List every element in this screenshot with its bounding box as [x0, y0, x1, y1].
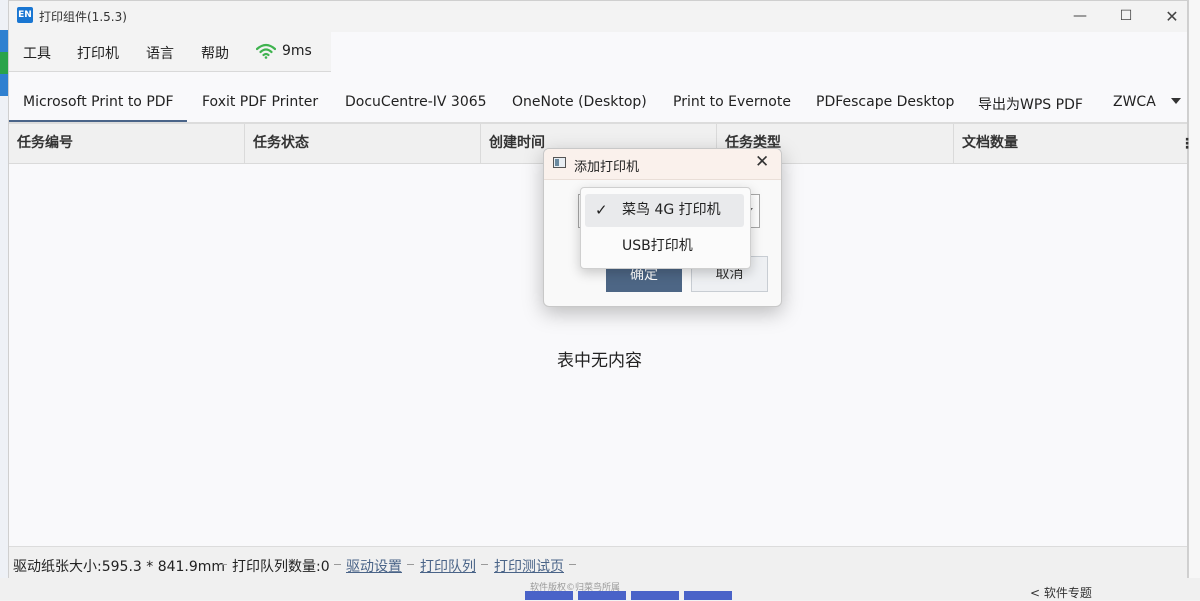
- maximize-button[interactable]: ☐: [1103, 1, 1149, 32]
- tab-microsoft-print-to-pdf[interactable]: Microsoft Print to PDF: [23, 94, 174, 110]
- background-tile-blue-2: [0, 74, 8, 96]
- dialog-title-bar: 添加打印机 ✕: [544, 149, 781, 180]
- menu-bar: 工具 打印机 语言 帮助 9ms: [9, 32, 331, 72]
- driver-settings-link[interactable]: 驱动设置: [346, 556, 402, 576]
- background-left-edge: [0, 0, 8, 600]
- tab-overflow-icon[interactable]: [1171, 98, 1181, 104]
- print-test-page-link[interactable]: 打印测试页: [494, 556, 564, 576]
- menu-tools[interactable]: 工具: [23, 43, 51, 63]
- tab-pdfescape[interactable]: PDFescape Desktop: [816, 94, 954, 110]
- menu-language[interactable]: 语言: [146, 43, 174, 63]
- print-queue-link[interactable]: 打印队列: [420, 556, 476, 576]
- check-icon: ✓: [595, 201, 608, 219]
- tab-zwca[interactable]: ZWCA: [1113, 94, 1156, 110]
- menu-help[interactable]: 帮助: [201, 43, 229, 63]
- tab-foxit-pdf-printer[interactable]: Foxit PDF Printer: [202, 94, 318, 110]
- background-right-text: < 软件专题: [1030, 586, 1092, 600]
- dialog-window-icon: [553, 157, 566, 168]
- option-label: 菜鸟 4G 打印机: [622, 202, 721, 218]
- background-chip: [578, 591, 626, 600]
- status-separator: [481, 564, 488, 565]
- column-menu-icon[interactable]: ⋮: [1180, 136, 1194, 152]
- active-tab-indicator: [9, 120, 187, 122]
- empty-table-message: 表中无内容: [557, 351, 642, 371]
- background-tile-blue: [0, 30, 8, 52]
- status-separator: [220, 564, 227, 565]
- column-task-status[interactable]: 任务状态: [245, 124, 481, 163]
- minimize-button[interactable]: —: [1057, 1, 1103, 32]
- tab-wps-pdf[interactable]: 导出为WPS PDF: [978, 94, 1083, 114]
- latency-value: 9ms: [282, 43, 312, 59]
- background-chip: [525, 591, 573, 600]
- window-title: 打印组件(1.5.3): [39, 10, 127, 24]
- dialog-close-button[interactable]: ✕: [755, 152, 769, 172]
- menu-printer[interactable]: 打印机: [77, 43, 119, 63]
- paper-size-info: 驱动纸张大小:595.3 * 841.9mm: [13, 559, 226, 575]
- column-document-count[interactable]: 文档数量: [954, 124, 1179, 163]
- printer-type-dropdown: ✓ 菜鸟 4G 打印机 USB打印机: [580, 187, 751, 269]
- status-separator: [334, 564, 341, 565]
- status-separator: [569, 564, 576, 565]
- tab-onenote[interactable]: OneNote (Desktop): [512, 94, 647, 110]
- tab-print-to-evernote[interactable]: Print to Evernote: [673, 94, 791, 110]
- status-bar: 驱动纸张大小:595.3 * 841.9mm 打印队列数量:0 驱动设置 打印队…: [9, 546, 1187, 579]
- background-bottom-edge: 软件版权©归菜鸟所属 < 软件专题: [0, 578, 1200, 600]
- wifi-icon: [256, 43, 276, 59]
- title-bar: EN 打印组件(1.5.3) — ☐ ✕: [9, 1, 1187, 32]
- option-label: USB打印机: [622, 238, 693, 254]
- printer-tabs: Microsoft Print to PDF Foxit PDF Printer…: [9, 72, 1187, 124]
- dialog-title: 添加打印机: [574, 160, 640, 175]
- option-cainiao-4g-printer[interactable]: ✓ 菜鸟 4G 打印机: [585, 194, 744, 227]
- status-separator: [407, 564, 414, 565]
- background-chip: [631, 591, 679, 600]
- option-usb-printer[interactable]: USB打印机: [585, 230, 744, 263]
- background-right-edge: [1188, 0, 1200, 600]
- app-logo-icon: EN: [17, 7, 33, 23]
- background-tile-green: [0, 52, 8, 74]
- tab-docucentre[interactable]: DocuCentre-IV 3065: [345, 94, 487, 110]
- queue-count-info: 打印队列数量:0: [232, 559, 330, 575]
- background-chip: [684, 591, 732, 600]
- close-window-button[interactable]: ✕: [1149, 1, 1195, 32]
- column-task-id[interactable]: 任务编号: [9, 124, 245, 163]
